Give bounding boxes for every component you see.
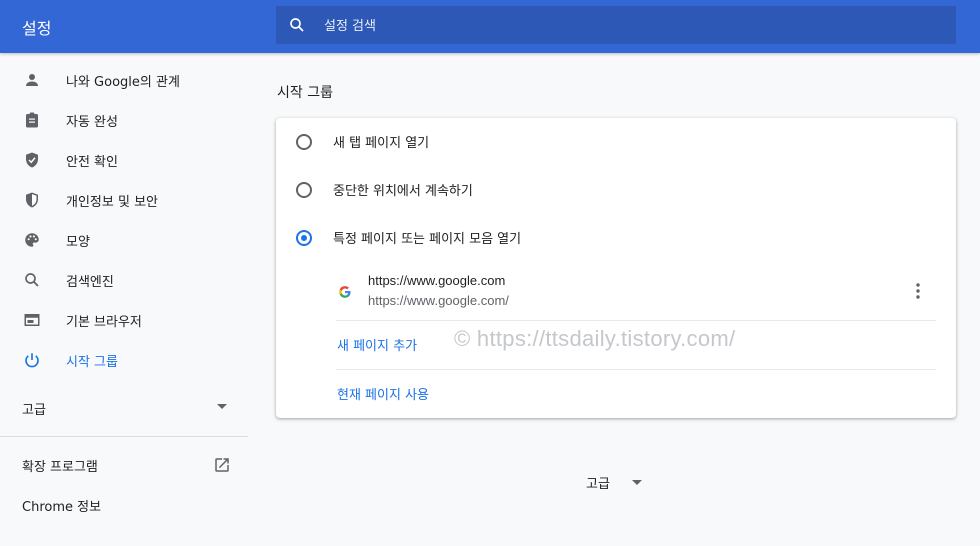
startup-card: 새 탭 페이지 열기 중단한 위치에서 계속하기 특정 페이지 또는 페이지 모…	[276, 118, 956, 418]
page-title: 설정	[22, 19, 52, 38]
sidebar-item-label: 기본 브라우저	[66, 314, 142, 330]
radio-button[interactable]	[296, 182, 312, 198]
sidebar-item-extensions[interactable]: 확장 프로그램	[0, 449, 248, 481]
caret-down-icon	[217, 404, 227, 409]
radio-label: 중단한 위치에서 계속하기	[333, 184, 473, 199]
sidebar-item-label: 검색엔진	[66, 274, 114, 290]
sidebar: 나와 Google의 관계 자동 완성 안전 확인 개인정보 및 보안 모양 검…	[0, 53, 248, 546]
shield-check-icon	[26, 152, 38, 168]
sidebar-item-default-browser[interactable]: 기본 브라우저	[0, 300, 248, 340]
sidebar-item-safety-check[interactable]: 안전 확인	[0, 140, 248, 180]
radio-button[interactable]	[296, 230, 312, 246]
divider	[336, 369, 936, 370]
advanced-toggle-button[interactable]: 고급	[586, 471, 656, 493]
sidebar-advanced-label: 고급	[22, 403, 46, 418]
radio-option-new-tab[interactable]: 새 탭 페이지 열기	[276, 118, 956, 166]
use-current-pages-button[interactable]: 현재 페이지 사용	[337, 384, 429, 403]
radio-label: 특정 페이지 또는 페이지 모음 열기	[333, 232, 522, 247]
sidebar-item-label: 확장 프로그램	[22, 460, 98, 475]
search-box[interactable]	[276, 6, 956, 46]
caret-down-icon	[632, 480, 642, 485]
power-icon	[25, 353, 39, 368]
sidebar-advanced-toggle[interactable]: 고급	[0, 389, 248, 427]
sidebar-item-label: 개인정보 및 보안	[66, 194, 158, 210]
sidebar-item-privacy[interactable]: 개인정보 및 보안	[0, 180, 248, 220]
radio-option-specific-pages[interactable]: 특정 페이지 또는 페이지 모음 열기	[276, 214, 956, 262]
sidebar-item-label: 자동 완성	[66, 114, 118, 130]
sidebar-item-label: 모양	[66, 234, 90, 250]
section-title: 시작 그룹	[277, 85, 333, 101]
add-page-button[interactable]: 새 페이지 추가	[337, 335, 417, 354]
search-icon	[290, 18, 304, 32]
clipboard-icon	[26, 112, 38, 128]
sidebar-item-search-engine[interactable]: 검색엔진	[0, 260, 248, 300]
radio-button[interactable]	[296, 134, 312, 150]
startup-page-entry: https://www.google.com https://www.googl…	[336, 268, 936, 316]
sidebar-item-google-account[interactable]: 나와 Google의 관계	[0, 60, 248, 100]
shield-half-icon	[26, 192, 38, 208]
sidebar-item-appearance[interactable]: 모양	[0, 220, 248, 260]
sidebar-item-label: 시작 그룹	[66, 354, 118, 370]
sidebar-divider	[0, 436, 248, 437]
advanced-label: 고급	[586, 477, 610, 492]
sidebar-item-label: 나와 Google의 관계	[66, 74, 180, 90]
radio-option-continue[interactable]: 중단한 위치에서 계속하기	[276, 166, 956, 214]
person-icon	[26, 74, 38, 86]
sidebar-item-label: 안전 확인	[66, 154, 118, 170]
sidebar-item-about-chrome[interactable]: Chrome 정보	[22, 496, 101, 515]
google-favicon-icon	[339, 286, 351, 298]
header-bar: 설정	[0, 0, 980, 53]
radio-label: 새 탭 페이지 열기	[333, 136, 430, 151]
open-in-new-icon	[215, 458, 229, 472]
more-vert-icon[interactable]	[910, 281, 926, 301]
sidebar-item-autofill[interactable]: 자동 완성	[0, 100, 248, 140]
sidebar-item-on-startup[interactable]: 시작 그룹	[0, 340, 248, 380]
browser-icon	[24, 314, 40, 326]
divider	[336, 320, 936, 321]
search-icon	[25, 273, 39, 287]
watermark-text: © https://ttsdaily.tistory.com/	[454, 326, 736, 351]
startup-page-title: https://www.google.com	[368, 273, 506, 288]
startup-page-url: https://www.google.com/	[368, 293, 509, 308]
search-input[interactable]	[322, 6, 926, 46]
palette-icon	[25, 233, 39, 247]
